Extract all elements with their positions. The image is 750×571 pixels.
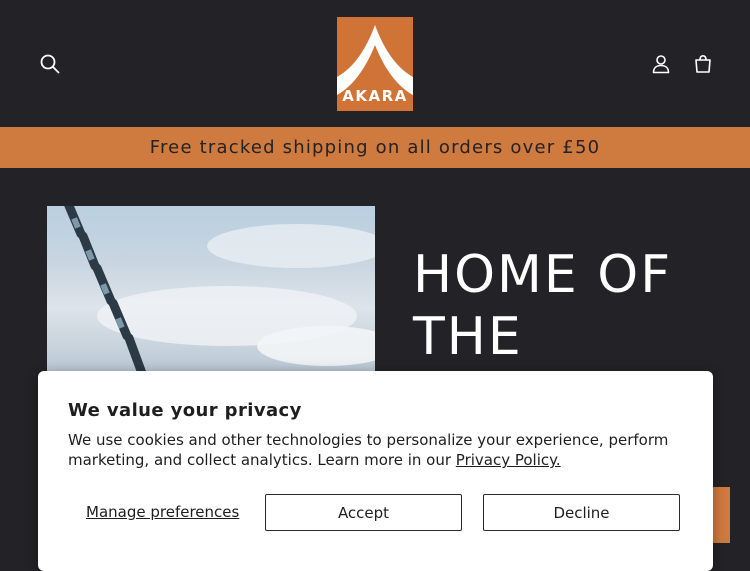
hero-title: HOME OF THE — [413, 244, 713, 368]
privacy-policy-link[interactable]: Privacy Policy. — [456, 451, 561, 469]
account-button[interactable] — [643, 46, 679, 82]
hero-image — [47, 206, 375, 376]
brand-logo[interactable]: AKARA — [337, 17, 413, 111]
cookie-banner-body: We use cookies and other technologies to… — [68, 430, 688, 470]
search-button[interactable] — [32, 46, 68, 82]
accept-button[interactable]: Accept — [265, 494, 462, 531]
chain-image-icon — [64, 206, 375, 376]
hero-title-line-2: THE — [413, 307, 523, 367]
cart-icon — [695, 54, 711, 73]
search-icon — [40, 54, 60, 74]
manage-preferences-link[interactable]: Manage preferences — [86, 503, 239, 521]
cookie-banner: We value your privacy We use cookies and… — [38, 371, 713, 571]
announcement-bar: Free tracked shipping on all orders over… — [0, 127, 750, 168]
cookie-banner-body-text: We use cookies and other technologies to… — [68, 431, 669, 469]
decline-button[interactable]: Decline — [483, 494, 680, 531]
user-icon — [652, 55, 670, 74]
hero-title-line-1: HOME OF — [413, 245, 673, 305]
cart-button[interactable] — [685, 46, 721, 82]
logo-text: AKARA — [342, 87, 408, 105]
site-header: AKARA — [0, 0, 750, 127]
cookie-banner-title: We value your privacy — [68, 400, 302, 421]
announcement-text: Free tracked shipping on all orders over… — [149, 137, 601, 158]
